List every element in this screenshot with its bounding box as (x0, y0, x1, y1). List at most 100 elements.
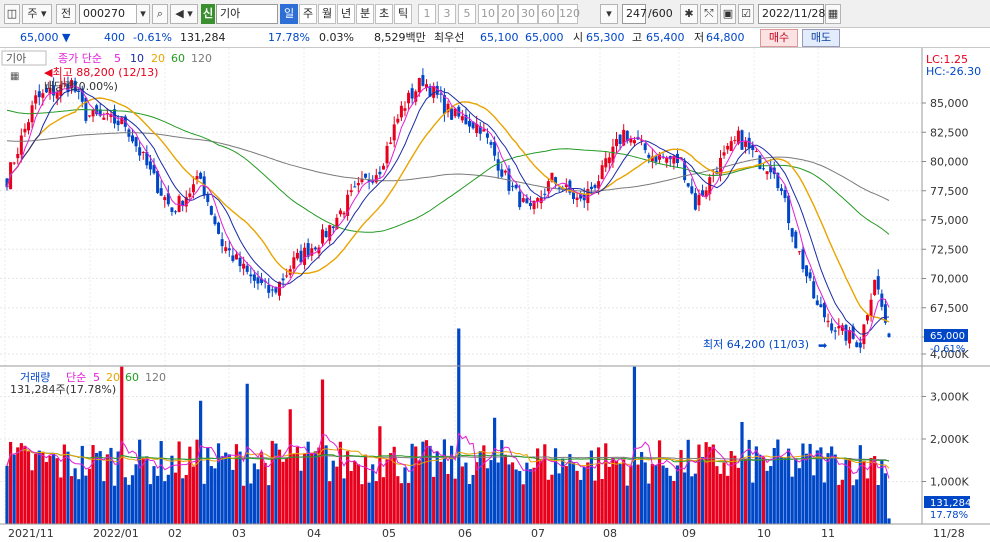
buy-button[interactable]: 매수 (760, 29, 798, 47)
open-price: 65,300 (586, 31, 625, 44)
stock-chart[interactable]: 85,000 82,500 80,000 77,500 75,000 72,500 70,0… (0, 48, 990, 542)
candle-body (356, 182, 360, 186)
candle-body (647, 154, 651, 158)
save-icon[interactable]: ▣ (720, 4, 736, 24)
sell-button[interactable]: 매도 (802, 29, 840, 47)
candle-body (493, 141, 497, 156)
volume-bar (855, 479, 859, 524)
market-select[interactable]: 주 ▾ (22, 4, 52, 24)
settings-icon[interactable]: ✱ (680, 4, 698, 24)
candle-body (618, 134, 622, 144)
candle-body (217, 222, 221, 234)
interval-button-4[interactable]: 20 (498, 4, 518, 24)
interval-dropdown-icon[interactable]: ▾ (600, 4, 618, 24)
volume-bar (873, 456, 877, 524)
volume-bar (528, 469, 533, 524)
volume-bar (62, 444, 66, 524)
candle-body (206, 194, 210, 203)
volume-bar (55, 458, 59, 524)
chevron-down-icon[interactable]: ▾ (136, 4, 150, 24)
volume-bar (181, 478, 185, 524)
tab-period-2[interactable]: 월 (318, 4, 336, 24)
volume-bar (335, 466, 339, 524)
volume-bar (87, 468, 92, 524)
candle-body (740, 130, 744, 150)
volume-bar (367, 482, 371, 524)
volume-bar (442, 439, 447, 524)
volume-bar (460, 466, 464, 524)
high-label: 고 (632, 31, 643, 44)
tab-period-4[interactable]: 분 (356, 4, 374, 24)
volume-bar (199, 400, 203, 524)
volume-bar (202, 483, 206, 524)
volume-bar (546, 479, 550, 524)
volume-bar (851, 485, 855, 524)
candle-body (722, 152, 726, 156)
date-input[interactable]: 2022/11/28 (758, 4, 825, 24)
volume-bar (285, 458, 289, 524)
count-input[interactable]: 247 (622, 4, 647, 24)
prev-button[interactable]: 전 (56, 4, 76, 24)
volume-bar (779, 457, 784, 524)
volume-bar (331, 460, 335, 524)
candle-body (758, 155, 762, 170)
candle-body (270, 289, 274, 291)
volume-bar (302, 453, 307, 524)
low-price: 64,800 (706, 31, 745, 44)
volume-bar (256, 469, 260, 524)
volume-bar (295, 447, 300, 524)
interval-button-6[interactable]: 60 (538, 4, 558, 24)
candle-body (213, 216, 217, 225)
tab-period-3[interactable]: 년 (337, 4, 355, 24)
volume-bar (640, 452, 644, 524)
volume-bar (231, 469, 235, 524)
speaker-icon[interactable]: ◀ ▾ (170, 4, 198, 24)
volume-tick-label: 3,000K (930, 391, 969, 404)
candle-body (865, 314, 869, 321)
interval-button-3[interactable]: 10 (478, 4, 498, 24)
volume-bar (532, 467, 536, 524)
volume-bar (417, 460, 421, 524)
volume-bar (173, 472, 178, 524)
candle-body (252, 274, 256, 281)
volume-bar (765, 470, 769, 524)
interval-button-1[interactable]: 3 (438, 4, 456, 24)
volume-bar (385, 459, 389, 524)
candle-body (224, 247, 228, 251)
price-legend-prefix: 종가 단순 (58, 52, 102, 65)
candle-body (858, 342, 862, 348)
volume-bar (550, 474, 554, 524)
grid-settings-icon[interactable]: ▦ (10, 71, 19, 82)
volume-bar (636, 464, 640, 524)
link-chart-icon[interactable]: ⤲ (700, 4, 718, 24)
volume-bar (252, 463, 256, 524)
volume-bar (145, 456, 149, 524)
interval-button-7[interactable]: 120 (558, 4, 580, 24)
candle-body (593, 184, 597, 188)
ma-120-legend: 120 (191, 52, 212, 65)
search-icon[interactable]: ⌕ (152, 4, 168, 24)
volume-bar (675, 465, 680, 524)
vol-ma-120-legend: 120 (145, 371, 166, 384)
interval-button-0[interactable]: 1 (418, 4, 436, 24)
stock-code-input[interactable]: 000270 (79, 4, 137, 24)
tab-period-0[interactable]: 일 (280, 4, 298, 24)
candle-body (819, 304, 823, 308)
volume-bar (614, 460, 619, 524)
current-price: 65,000 ▼ (20, 31, 71, 44)
window-menu-icon[interactable]: ◫ (4, 4, 20, 24)
candle-body (855, 342, 859, 348)
volume-bar (98, 451, 102, 524)
tab-period-5[interactable]: 초 (375, 4, 393, 24)
volume-bar (249, 483, 253, 524)
interval-button-5[interactable]: 30 (518, 4, 538, 24)
tab-period-6[interactable]: 틱 (394, 4, 412, 24)
interval-button-2[interactable]: 5 (458, 4, 476, 24)
volume-bar (837, 484, 841, 524)
volume-bar (224, 452, 228, 524)
candle-body (869, 299, 873, 317)
calendar-toggle-icon[interactable]: ☑ (738, 4, 754, 24)
calendar-icon[interactable]: ▦ (825, 4, 841, 24)
tab-period-1[interactable]: 주 (299, 4, 317, 24)
stock-name-field[interactable]: 기아 (216, 4, 278, 24)
